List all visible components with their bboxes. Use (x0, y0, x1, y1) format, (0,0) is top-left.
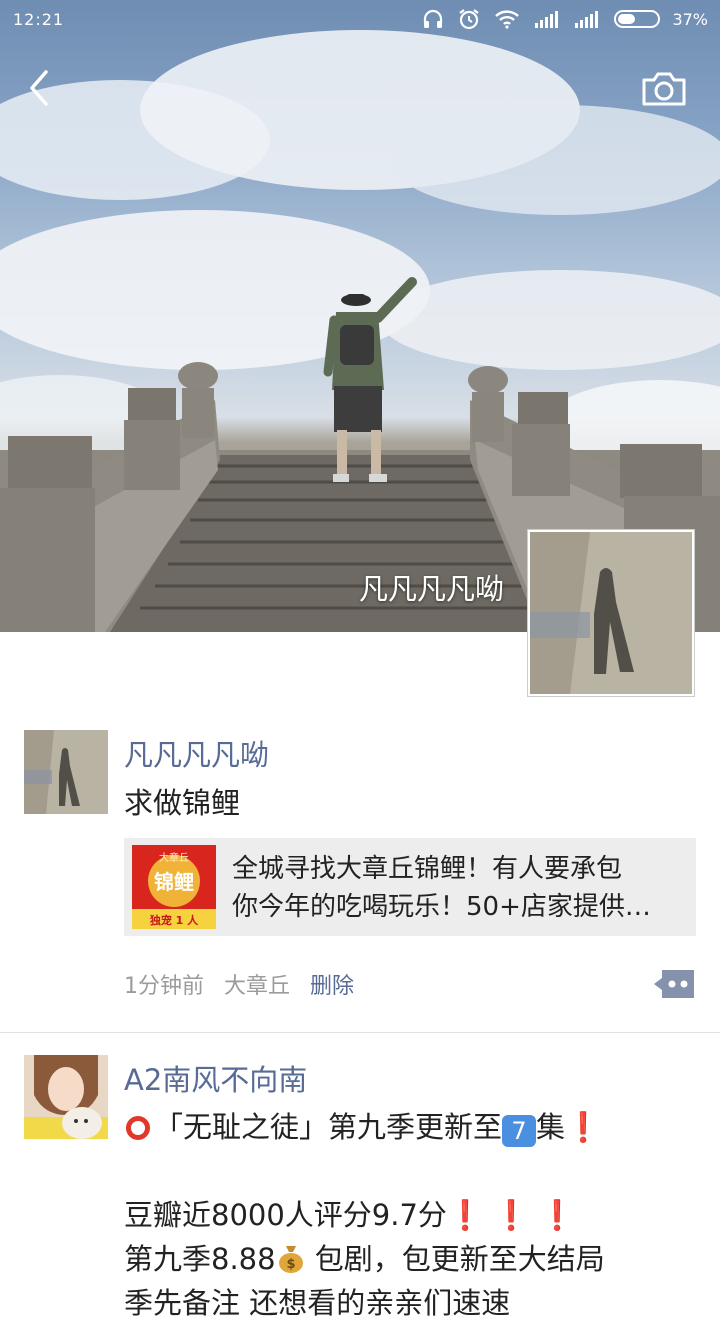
post-text: 「无耻之徒」第九季更新至 7 集❗ 豆瓣近8000人评分9.7分❗ ❗ ❗ 第九季8… (124, 1105, 605, 1325)
money-bag-icon: $ (278, 1246, 303, 1273)
link-title-line-1: 全城寻找大章丘锦鲤！有人要承包 (232, 854, 623, 884)
status-bar: 12:21 37% (0, 0, 720, 40)
keycap-icon: 7 (502, 1115, 537, 1147)
comment-dots-icon (654, 970, 694, 998)
post-avatar[interactable] (24, 730, 108, 814)
back-button[interactable] (22, 66, 58, 110)
status-icons: 37% (422, 8, 708, 30)
link-title-line-2: 你今年的吃喝玩乐！50+店家提供… (232, 892, 651, 922)
alarm-icon (459, 9, 480, 30)
signal-2-icon (575, 11, 599, 28)
svg-text:独宠 1 人: 独宠 1 人 (149, 913, 199, 927)
chevron-left-icon (30, 70, 48, 106)
status-time: 12:21 (13, 10, 65, 29)
post-line-2: 豆瓣近8000人评分9.7分❗ ❗ ❗ (124, 1198, 576, 1232)
profile-name: 凡凡凡凡呦 (358, 572, 504, 606)
post-author[interactable]: 凡凡凡凡呦 (124, 732, 269, 774)
shared-link-card[interactable]: 大章丘 锦鲤 独宠 1 人 全城寻找大章丘锦鲤！有人要承包 你今年的吃喝玩乐！5… (124, 838, 696, 936)
post-line-4: 季先备注 还想看的亲亲们速速 (124, 1286, 511, 1320)
svg-text:锦鲤: 锦鲤 (154, 870, 194, 894)
delete-link[interactable]: 删除 (310, 968, 354, 1000)
post-line-3: 第九季8.88 $ 包剧，包更新至大结局 (124, 1242, 605, 1276)
moment-post: A2南风不向南 「无耻之徒」第九季更新至 7 集❗ 豆瓣近8000人评分9.7分❗ … (0, 1055, 720, 1320)
moment-post: 凡凡凡凡呦 求做锦鲤 大章丘 锦鲤 独宠 1 人 全城寻找大章丘锦鲤！有人要承包… (0, 730, 720, 1033)
avatar-image (530, 532, 692, 694)
post-line-1: 「无耻之徒」第九季更新至 7 集❗ (124, 1105, 605, 1149)
svg-text:大章丘: 大章丘 (159, 851, 189, 864)
avatar-image (24, 730, 108, 814)
avatar-image (24, 1055, 108, 1139)
link-title: 全城寻找大章丘锦鲤！有人要承包 你今年的吃喝玩乐！50+店家提供… (232, 850, 682, 926)
exclamation-icon: ❗ (565, 1110, 602, 1144)
koi-poster-image: 大章丘 锦鲤 独宠 1 人 (132, 845, 216, 929)
post-location[interactable]: 大章丘 (224, 968, 290, 1000)
red-circle-icon (126, 1116, 150, 1140)
signal-1-icon (535, 11, 559, 28)
post-avatar[interactable] (24, 1055, 108, 1139)
exclamation-icon: ❗ ❗ ❗ (446, 1198, 576, 1232)
battery-percent: 37% (672, 9, 708, 29)
svg-text:$: $ (286, 1257, 295, 1272)
post-text: 求做锦鲤 (124, 786, 241, 820)
post-author[interactable]: A2南风不向南 (124, 1057, 307, 1099)
battery-icon (614, 10, 661, 28)
link-thumbnail: 大章丘 锦鲤 独宠 1 人 (132, 845, 216, 929)
camera-button[interactable] (640, 68, 688, 110)
headphones-icon (424, 9, 443, 28)
camera-icon (642, 72, 686, 106)
post-meta: 1分钟前 大章丘 删除 (124, 968, 354, 1000)
wifi-icon (495, 10, 520, 29)
post-time: 1分钟前 (124, 974, 204, 999)
profile-avatar[interactable] (528, 530, 694, 696)
comment-button[interactable] (652, 968, 696, 1000)
